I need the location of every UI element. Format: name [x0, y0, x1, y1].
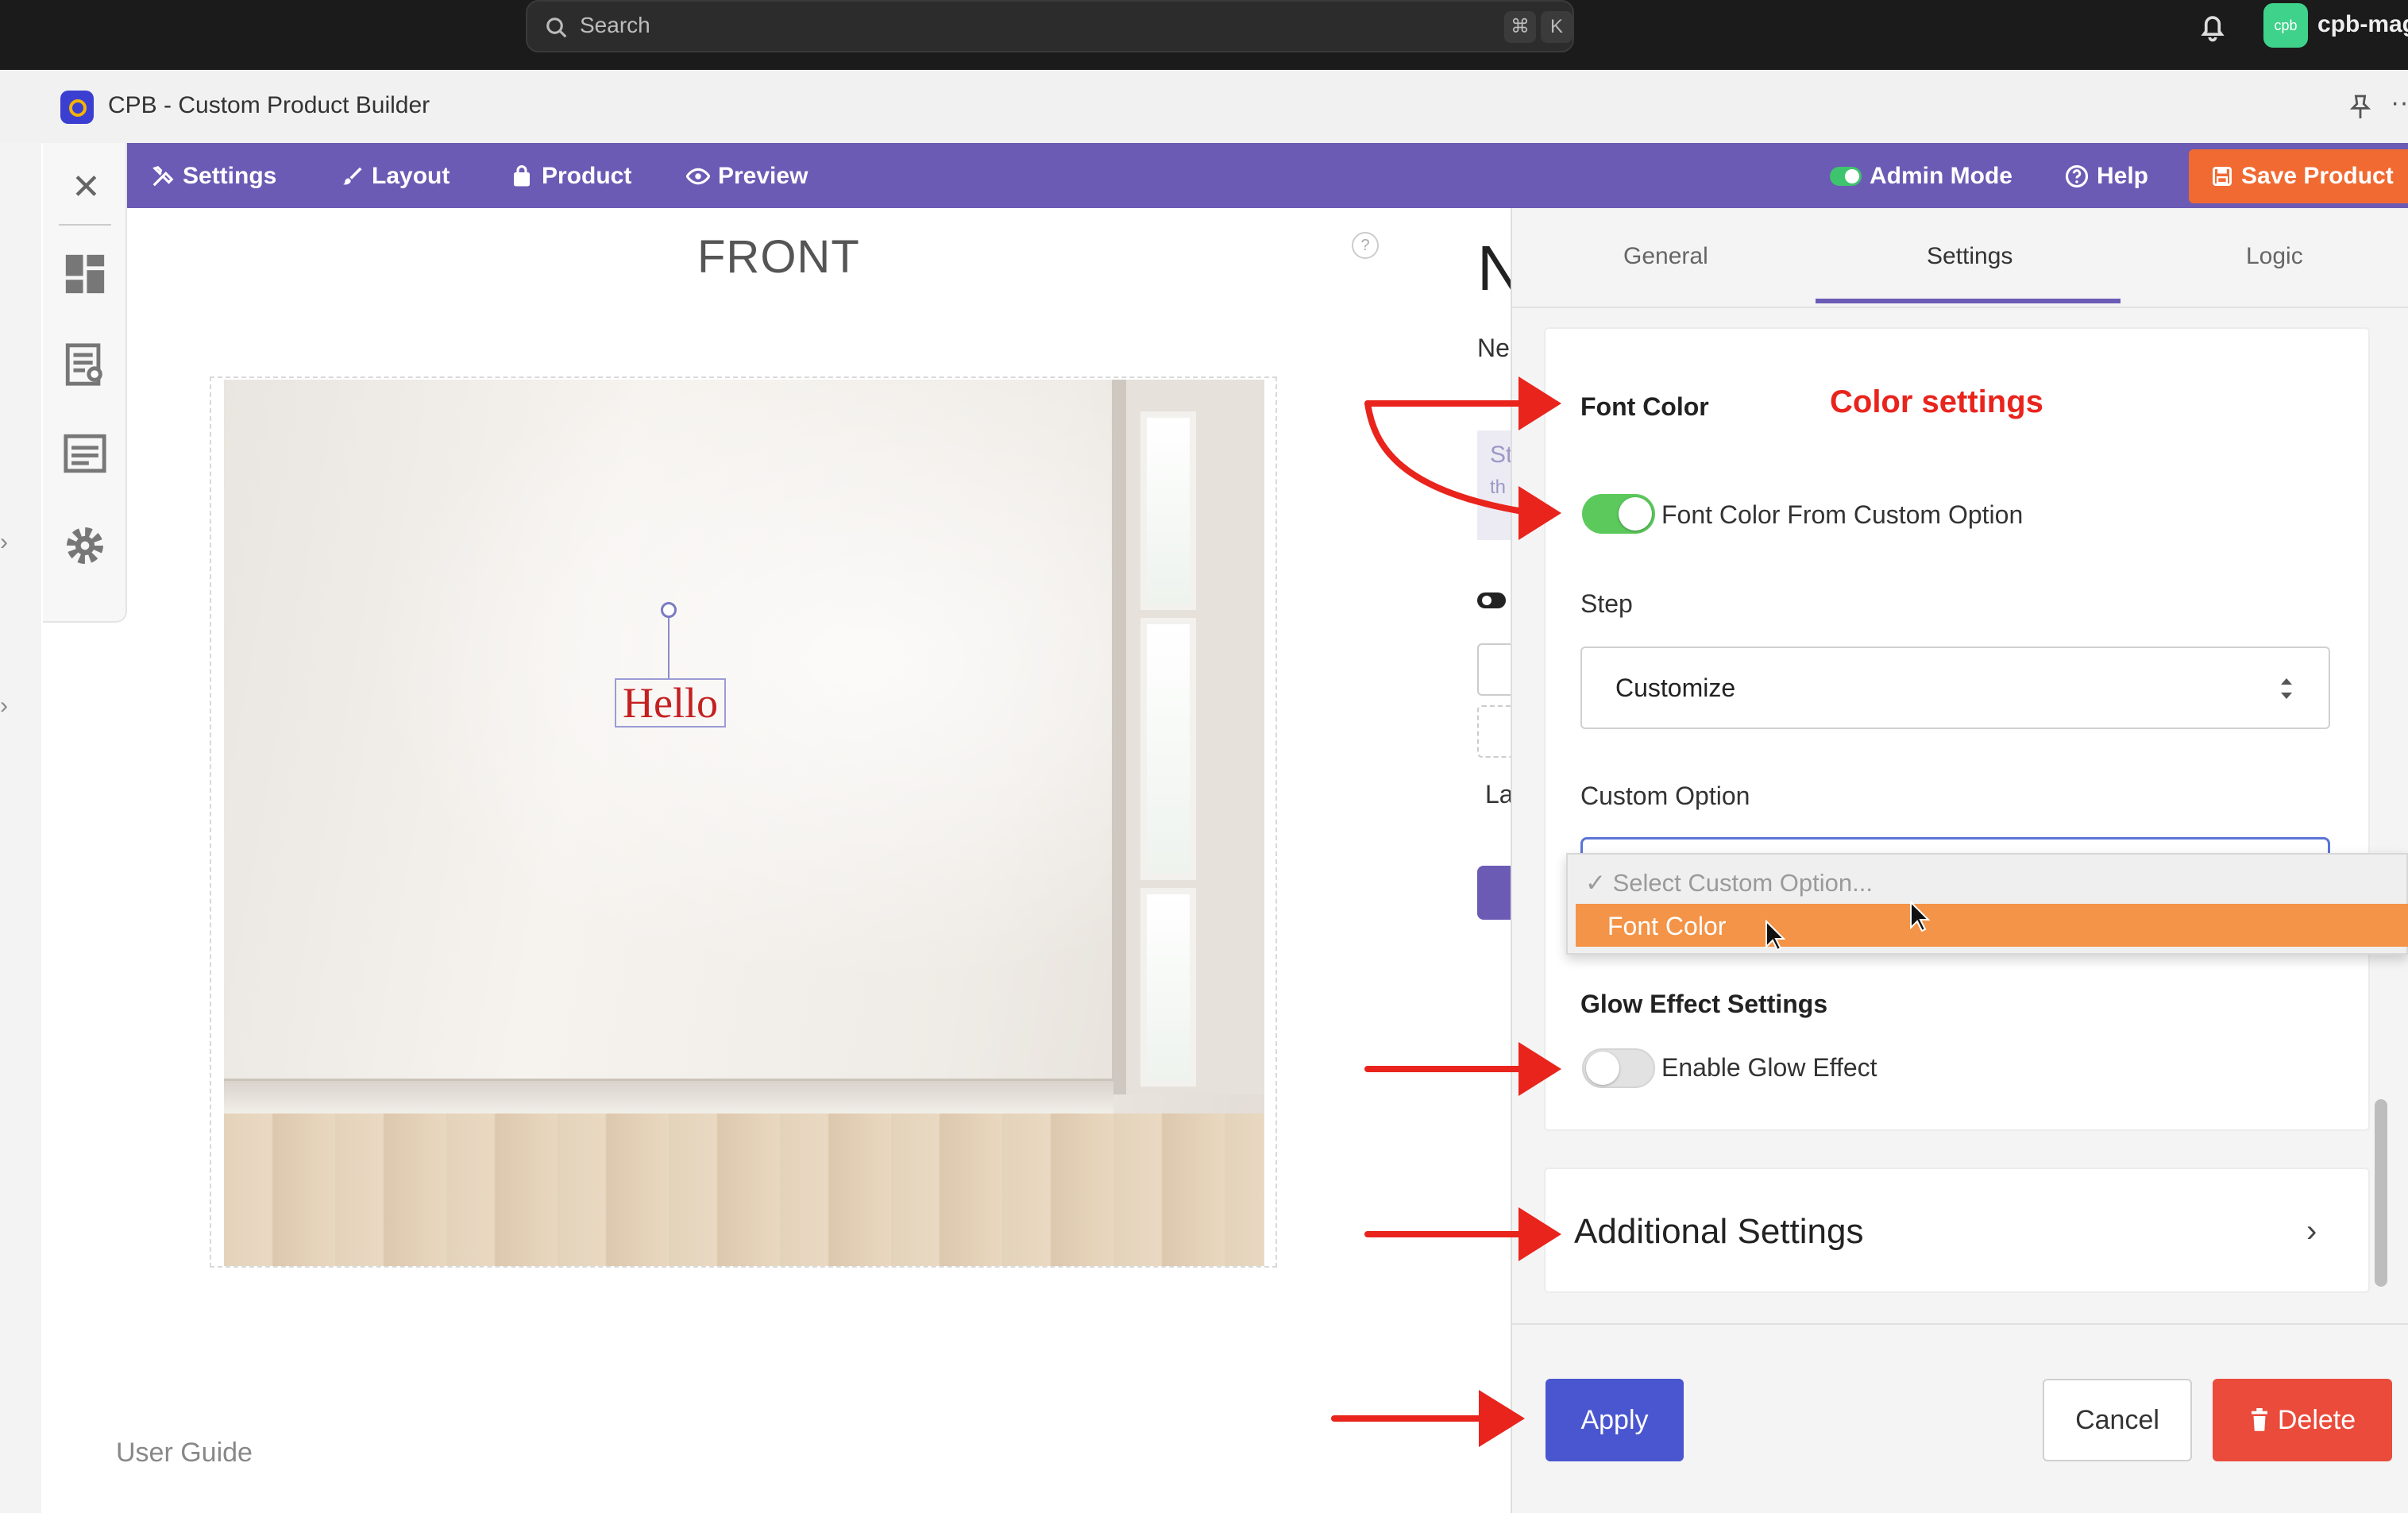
rotate-handle[interactable]	[661, 602, 677, 618]
step-select[interactable]: Customize	[1580, 646, 2330, 729]
canvas-help-icon[interactable]: ?	[1352, 232, 1379, 259]
os-top-bar: Search ⌘ K cpb cpb-mage	[0, 0, 2408, 70]
global-search[interactable]: Search ⌘ K	[526, 0, 1574, 52]
active-tab-indicator	[1816, 299, 2121, 303]
middle-label: La	[1485, 780, 1514, 809]
select-arrows-icon	[2281, 678, 2292, 699]
product-background-image	[224, 380, 1264, 1266]
eye-icon	[686, 168, 710, 185]
tools-icon	[152, 165, 174, 187]
command-key: ⌘	[1504, 11, 1536, 43]
toolbar-layout-label: Layout	[372, 163, 450, 189]
color-settings-annotation: Color settings	[1830, 384, 2043, 419]
visibility-toggle-icon[interactable]	[1476, 589, 1507, 612]
middle-subtitle: Ne	[1477, 334, 1510, 362]
save-product-button[interactable]: Save Product	[2189, 149, 2408, 203]
save-product-label: Save Product	[2241, 163, 2394, 189]
gear-icon[interactable]	[62, 523, 108, 569]
additional-settings-label[interactable]: Additional Settings	[1574, 1212, 1863, 1252]
search-placeholder: Search	[580, 13, 650, 37]
toolbar-settings[interactable]: Settings	[151, 160, 276, 192]
user-guide-link[interactable]: User Guide	[116, 1438, 253, 1469]
pin-icon[interactable]	[2349, 94, 2371, 121]
middle-search-input[interactable]	[1477, 643, 1512, 696]
brush-icon	[342, 167, 362, 185]
trash-icon	[2251, 1408, 2267, 1431]
admin-mode-switch[interactable]	[1830, 167, 1862, 186]
dropdown-option-font-color[interactable]: Font Color	[1576, 904, 2408, 947]
font-color-custom-option-label: Font Color From Custom Option	[1661, 500, 2024, 529]
account-name[interactable]: cpb-mage	[2317, 11, 2408, 38]
glow-heading: Glow Effect Settings	[1580, 990, 1828, 1018]
help-button[interactable]: Help	[2065, 160, 2148, 192]
app-title: CPB - Custom Product Builder	[108, 92, 430, 118]
room-window	[1112, 380, 1264, 1094]
more-icon[interactable]: ···	[2391, 87, 2408, 118]
delete-button[interactable]: Delete	[2213, 1379, 2392, 1461]
step-select-value: Customize	[1615, 674, 1736, 702]
font-color-heading: Font Color	[1580, 392, 1709, 421]
tab-logic[interactable]: Logic	[2246, 243, 2303, 270]
tab-general[interactable]: General	[1623, 243, 1708, 270]
view-label: FRONT	[697, 231, 860, 283]
options-panel-icon[interactable]	[62, 430, 108, 477]
custom-option-label: Custom Option	[1580, 782, 1750, 810]
search-icon	[546, 17, 567, 38]
list-search-icon[interactable]	[62, 342, 108, 388]
font-color-custom-option-toggle[interactable]	[1582, 494, 1655, 534]
panel-footer-divider	[1512, 1323, 2408, 1325]
bag-icon	[514, 165, 530, 187]
panel-scrollbar[interactable]	[2375, 1099, 2387, 1287]
mouse-cursor-icon	[1910, 901, 1931, 932]
middle-action-button[interactable]	[1477, 866, 1512, 920]
middle-hint-line-1: St	[1490, 442, 1513, 468]
builder-toolbar: Settings Layout Product Preview Admin Mo…	[127, 143, 2408, 208]
admin-mode-toggle[interactable]: Admin Mode	[1830, 160, 2012, 192]
apply-button[interactable]: Apply	[1546, 1379, 1684, 1461]
toolbar-layout[interactable]: Layout	[340, 160, 450, 192]
middle-hint-line-2: th	[1490, 477, 1507, 498]
admin-mode-label: Admin Mode	[1870, 163, 2012, 189]
enable-glow-label: Enable Glow Effect	[1661, 1053, 1877, 1082]
middle-hint-box: St th	[1477, 430, 1514, 540]
mouse-cursor-icon	[1765, 920, 1786, 951]
tab-settings[interactable]: Settings	[1927, 243, 2012, 270]
toolbar-settings-label: Settings	[183, 163, 277, 189]
chevron-right-icon[interactable]: ›	[2306, 1214, 2317, 1249]
delete-label: Delete	[2277, 1404, 2356, 1435]
outer-left-strip	[0, 143, 41, 1513]
middle-dropzone[interactable]	[1477, 705, 1512, 758]
bell-icon[interactable]	[2195, 10, 2230, 44]
toolbar-preview-label: Preview	[718, 163, 808, 189]
k-key: K	[1541, 11, 1573, 43]
cancel-button[interactable]: Cancel	[2043, 1379, 2192, 1461]
dashboard-icon[interactable]	[62, 251, 108, 297]
dropdown-option-label: Font Color	[1607, 912, 1727, 940]
toolbar-product-label: Product	[542, 163, 632, 189]
expand-chevron-icon[interactable]: ›	[0, 529, 8, 556]
avatar[interactable]: cpb	[2263, 3, 2308, 48]
builder-sidebar: ✕	[43, 143, 127, 623]
help-label: Help	[2097, 163, 2149, 189]
help-icon	[2065, 164, 2089, 188]
enable-glow-toggle[interactable]	[1582, 1048, 1655, 1088]
canvas-text-element[interactable]: Hello	[615, 678, 726, 728]
step-label: Step	[1580, 589, 1633, 618]
dropdown-placeholder-option[interactable]: ✓ Select Custom Option...	[1585, 869, 1873, 897]
save-icon	[2213, 167, 2232, 186]
rotate-handle-stem	[668, 618, 670, 680]
expand-chevron-icon[interactable]: ›	[0, 693, 8, 720]
app-logo	[60, 91, 94, 124]
toolbar-product[interactable]: Product	[510, 160, 631, 192]
sidebar-divider	[59, 224, 111, 226]
close-icon[interactable]: ✕	[71, 170, 101, 205]
toolbar-preview[interactable]: Preview	[686, 160, 808, 192]
